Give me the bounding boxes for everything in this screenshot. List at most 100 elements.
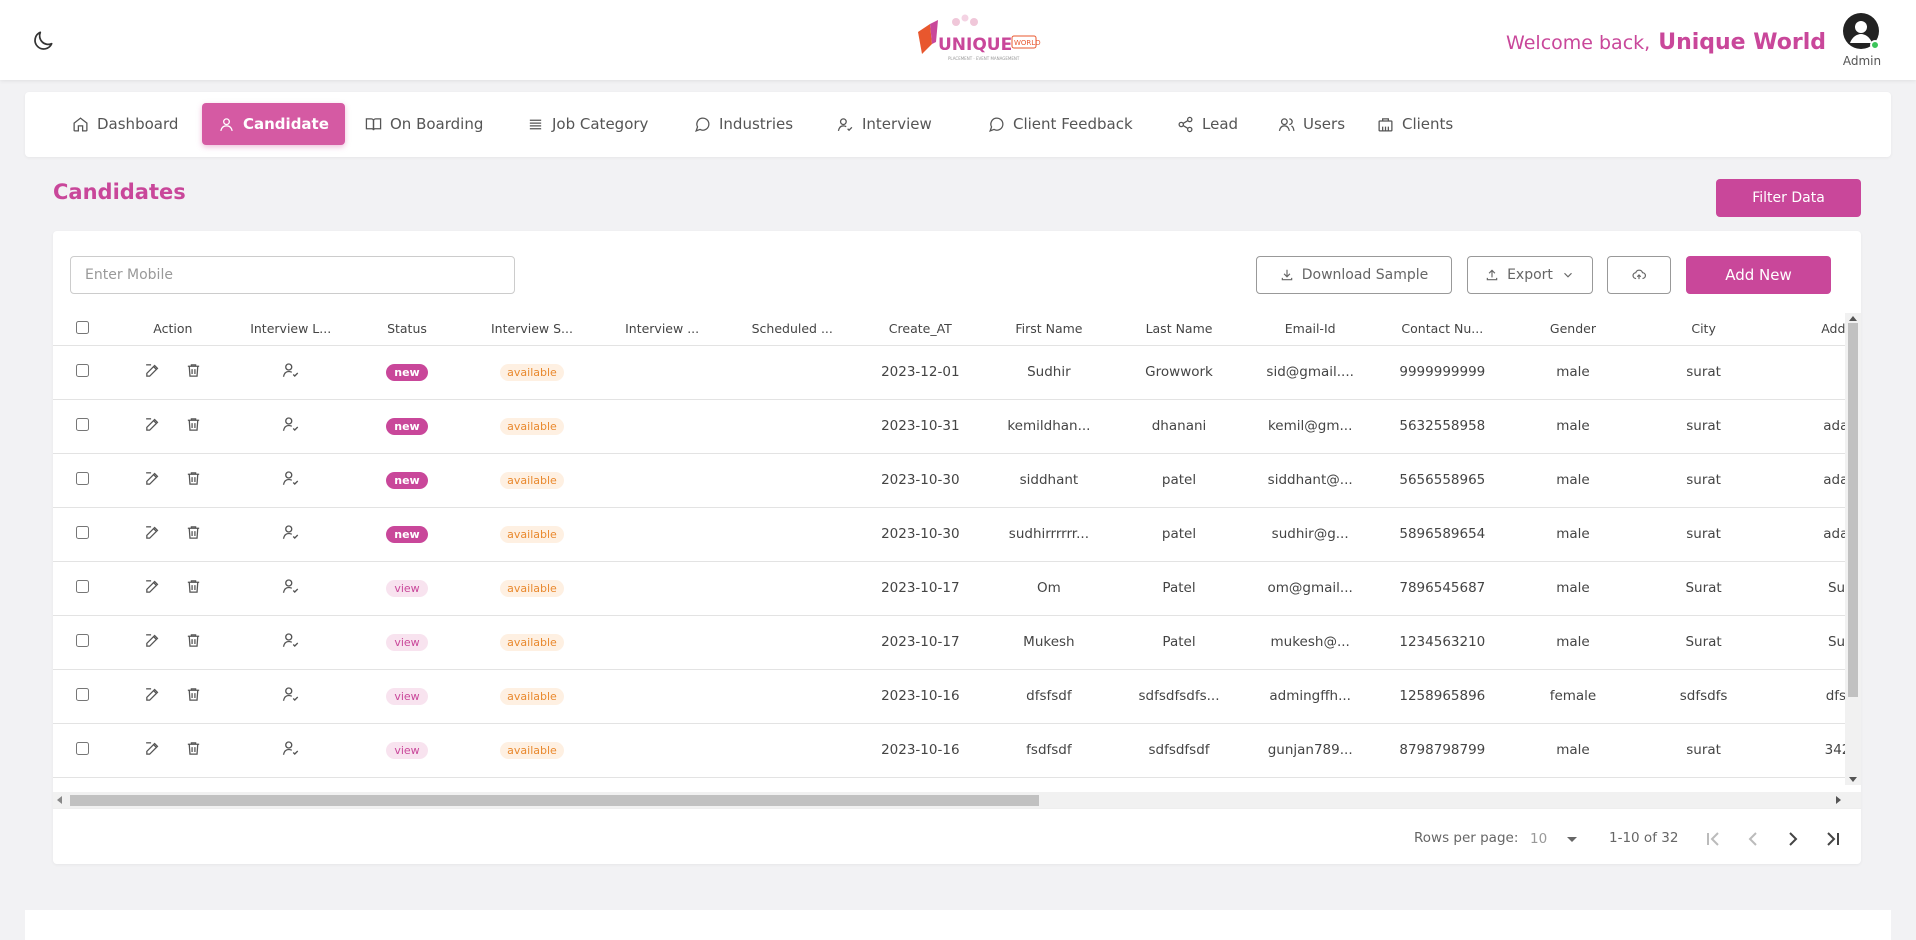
- export-button[interactable]: Export: [1467, 256, 1593, 294]
- status-badge[interactable]: new: [386, 363, 428, 381]
- column-header[interactable]: Interview S...: [467, 313, 597, 345]
- column-header[interactable]: Status: [347, 313, 467, 345]
- row-checkbox[interactable]: [75, 687, 89, 701]
- edit-icon[interactable]: [144, 632, 161, 649]
- scroll-up-arrow[interactable]: [1849, 316, 1857, 321]
- status-badge[interactable]: new: [386, 471, 428, 489]
- filter-data-button[interactable]: Filter Data: [1716, 179, 1861, 217]
- user-check-icon[interactable]: [282, 739, 300, 757]
- trash-icon[interactable]: [185, 686, 202, 703]
- table-row[interactable]: new available 2023-10-30 sudhirrrrrr... pate…: [53, 506, 1861, 561]
- scroll-left-arrow[interactable]: [57, 796, 62, 804]
- column-header[interactable]: First Name: [983, 313, 1114, 345]
- edit-icon[interactable]: [144, 578, 161, 595]
- user-check-icon[interactable]: [282, 685, 300, 703]
- row-checkbox[interactable]: [75, 579, 89, 593]
- user-avatar[interactable]: [1842, 12, 1880, 50]
- download-sample-button[interactable]: Download Sample: [1256, 256, 1452, 294]
- column-header[interactable]: Action: [111, 313, 234, 345]
- horizontal-scroll-thumb[interactable]: [70, 795, 1039, 806]
- row-checkbox[interactable]: [75, 741, 89, 755]
- add-new-button[interactable]: Add New: [1686, 256, 1831, 294]
- column-header[interactable]: City: [1638, 313, 1769, 345]
- table-row[interactable]: new available 2023-10-31 kemildhan... dhanan…: [53, 398, 1861, 453]
- user-check-icon[interactable]: [282, 361, 300, 379]
- trash-icon[interactable]: [185, 524, 202, 541]
- trash-icon[interactable]: [185, 416, 202, 433]
- column-header[interactable]: Gender: [1508, 313, 1638, 345]
- rows-per-page-select[interactable]: 10: [1530, 831, 1547, 847]
- rows-per-page-dropdown-icon[interactable]: [1567, 837, 1577, 842]
- trash-icon[interactable]: [185, 632, 202, 649]
- table-row[interactable]: view available 2023-10-16 dfsfsdf sdfsdfsdfs…: [53, 668, 1861, 723]
- nav-interview[interactable]: Interview: [821, 103, 948, 145]
- column-header[interactable]: Scheduled ...: [727, 313, 857, 345]
- column-header[interactable]: Interview ...: [597, 313, 727, 345]
- vertical-scroll-thumb[interactable]: [1848, 323, 1858, 697]
- edit-icon[interactable]: [144, 686, 161, 703]
- table-row[interactable]: new available 2023-10-30 siddhant patel siddh…: [53, 452, 1861, 507]
- edit-icon[interactable]: [144, 740, 161, 757]
- row-checkbox[interactable]: [75, 633, 89, 647]
- table-row[interactable]: view available 2023-10-17 Om Patel om@gmail..…: [53, 560, 1861, 615]
- trash-icon[interactable]: [185, 578, 202, 595]
- column-header[interactable]: Email-Id: [1244, 313, 1377, 345]
- brand-logo[interactable]: UNIQUE WORLD PLACEMENT · EVENT MANAGEMEN…: [912, 14, 1042, 64]
- edit-icon[interactable]: [144, 362, 161, 379]
- row-checkbox[interactable]: [75, 363, 89, 377]
- user-check-icon[interactable]: [282, 469, 300, 487]
- status-badge[interactable]: view: [386, 633, 428, 651]
- trash-icon[interactable]: [185, 470, 202, 487]
- edit-icon[interactable]: [144, 524, 161, 541]
- user-check-icon[interactable]: [282, 415, 300, 433]
- row-select-cell: [53, 452, 112, 507]
- status-badge[interactable]: new: [386, 525, 428, 543]
- table-row[interactable]: view available 2023-10-16 fsdfsdf sdfsdfsdf g…: [53, 722, 1861, 778]
- nav-job-category[interactable]: Job Category: [511, 103, 664, 145]
- previous-page-button[interactable]: [1741, 827, 1765, 851]
- nav-label: On Boarding: [390, 115, 484, 133]
- edit-icon[interactable]: [144, 416, 161, 433]
- column-header[interactable]: Contact Nu...: [1377, 313, 1508, 345]
- cloud-upload-button[interactable]: [1607, 256, 1671, 294]
- row-checkbox[interactable]: [75, 471, 89, 485]
- row-checkbox[interactable]: [75, 417, 89, 431]
- nav-on-boarding[interactable]: On Boarding: [349, 103, 499, 145]
- first-page-button[interactable]: [1701, 827, 1725, 851]
- status-badge[interactable]: view: [386, 579, 428, 597]
- user-check-icon[interactable]: [282, 523, 300, 541]
- gender-cell: male: [1507, 344, 1639, 399]
- nav-client-feedback[interactable]: Client Feedback: [972, 103, 1149, 145]
- scroll-down-arrow[interactable]: [1849, 777, 1857, 782]
- vertical-scrollbar[interactable]: [1845, 313, 1861, 785]
- nav-candidate[interactable]: Candidate: [202, 103, 345, 145]
- table-row[interactable]: view available 2023-10-17 Mukesh Patel mukesh…: [53, 614, 1861, 669]
- scroll-right-arrow[interactable]: [1836, 796, 1841, 804]
- nav-clients[interactable]: Clients: [1361, 103, 1469, 145]
- column-header[interactable]: Last Name: [1114, 313, 1243, 345]
- trash-icon[interactable]: [185, 740, 202, 757]
- nav-label: Industries: [719, 115, 794, 133]
- table-row[interactable]: new available 2023-12-01 Sudhir Growwork sid@…: [53, 344, 1861, 399]
- trash-icon[interactable]: [185, 362, 202, 379]
- city-cell: surat: [1638, 398, 1770, 453]
- horizontal-scrollbar[interactable]: [53, 792, 1861, 808]
- user-check-icon[interactable]: [282, 631, 300, 649]
- select-all-checkbox[interactable]: [75, 320, 89, 334]
- status-badge[interactable]: new: [386, 417, 428, 435]
- mobile-search-input[interactable]: [70, 256, 515, 294]
- edit-icon[interactable]: [144, 470, 161, 487]
- dark-mode-moon-icon[interactable]: [30, 28, 56, 54]
- status-badge[interactable]: view: [386, 741, 428, 759]
- status-badge[interactable]: view: [386, 687, 428, 705]
- column-header[interactable]: Interview L...: [234, 313, 347, 345]
- column-header[interactable]: Create_AT: [857, 313, 983, 345]
- user-check-icon[interactable]: [282, 577, 300, 595]
- last-page-button[interactable]: [1821, 827, 1845, 851]
- nav-dashboard[interactable]: Dashboard: [56, 103, 194, 145]
- nav-lead[interactable]: Lead: [1161, 103, 1254, 145]
- nav-industries[interactable]: Industries: [678, 103, 809, 145]
- row-checkbox[interactable]: [75, 525, 89, 539]
- nav-users[interactable]: Users: [1262, 103, 1361, 145]
- next-page-button[interactable]: [1781, 827, 1805, 851]
